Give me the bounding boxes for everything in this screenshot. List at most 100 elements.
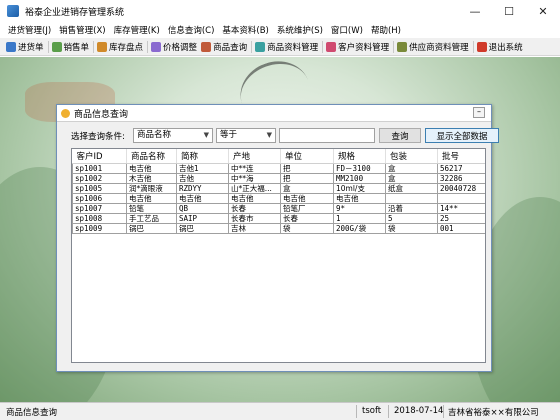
table-row[interactable]: sp1009 锅巴 锅巴 吉林 袋 200G/袋 袋 001 bbox=[72, 222, 485, 234]
table-cell: 电吉他 bbox=[176, 192, 229, 204]
table-header-row: 客户ID 商品名称 简称 产地 单位 规格 包装 批号 bbox=[72, 149, 485, 164]
column-header[interactable]: 批号 bbox=[437, 149, 485, 164]
table-cell: 盒 bbox=[280, 182, 334, 194]
table-cell: sp1001 bbox=[72, 162, 127, 174]
table-cell: FD－3100 bbox=[333, 162, 386, 174]
table-cell: RZDYY bbox=[176, 182, 229, 194]
table-cell: 中**连 bbox=[228, 162, 281, 174]
toolbar-goods-management[interactable]: 商品资料管理 bbox=[255, 41, 318, 53]
table-cell: 1 bbox=[333, 212, 386, 224]
status-company: 吉林省裕泰××有限公司 bbox=[448, 408, 539, 418]
table-cell: 铅笔厂 bbox=[280, 202, 334, 214]
table-cell: 长春市 bbox=[228, 212, 281, 224]
column-header[interactable]: 产地 bbox=[228, 149, 281, 164]
table-row[interactable]: sp1007 铅笔 QB 长春 铅笔厂 9* 沿着 14** bbox=[72, 202, 485, 214]
toolbar-price-adjust[interactable]: 价格调整 bbox=[151, 41, 197, 53]
toolbar-goods-query[interactable]: 商品查询 bbox=[201, 41, 247, 53]
toolbar-label: 进货单 bbox=[18, 42, 44, 53]
table-cell: 吉他 bbox=[176, 172, 229, 184]
table-cell: 电吉他 bbox=[333, 192, 386, 204]
menu-query[interactable]: 信息查询(C) bbox=[164, 24, 219, 36]
table-cell: 盒 bbox=[385, 162, 438, 174]
table-cell: 纸盒 bbox=[385, 182, 438, 194]
table-cell: SAIP bbox=[176, 212, 229, 224]
price-icon bbox=[151, 41, 162, 52]
table-cell: 把 bbox=[280, 172, 334, 184]
query-value-input[interactable] bbox=[279, 128, 375, 143]
table-cell bbox=[437, 192, 485, 204]
title-bar: 裕泰企业进销存管理系统 — ☐ ✕ bbox=[0, 0, 560, 22]
table-cell: sp1002 bbox=[72, 172, 127, 184]
dialog-title: 商品信息查询 bbox=[74, 109, 129, 120]
table-cell: 吉林 bbox=[228, 222, 281, 234]
search-row: 选择查询条件: 商品名称 ▼ 等于 ▼ 查询 显示全部数据 bbox=[71, 128, 499, 144]
table-row[interactable]: sp1008 手工艺品 SAIP 长春市 长春 1 5 25 bbox=[72, 212, 485, 224]
column-header[interactable]: 商品名称 bbox=[126, 149, 177, 164]
toolbar: 进货单 销售单 库存盘点 价格调整 商品查询 商品资料管理 客户资料管理 供应商… bbox=[0, 38, 560, 56]
supplier-icon bbox=[397, 41, 408, 52]
query-button[interactable]: 查询 bbox=[379, 128, 421, 143]
toolbar-exit[interactable]: 退出系统 bbox=[476, 41, 523, 53]
menu-help[interactable]: 帮助(H) bbox=[367, 24, 405, 36]
status-date: 2018-07-14 bbox=[394, 406, 444, 416]
chevron-down-icon: ▼ bbox=[266, 131, 272, 139]
operator-select-value: 等于 bbox=[220, 130, 238, 140]
table-row[interactable]: sp1001 电吉他 吉他1 中**连 把 FD－3100 盒 56217 bbox=[72, 162, 485, 174]
menu-sales[interactable]: 销售管理(X) bbox=[55, 24, 109, 36]
status-divider bbox=[443, 405, 444, 418]
document-icon bbox=[6, 41, 16, 52]
menu-basic-data[interactable]: 基本资料(B) bbox=[218, 24, 272, 36]
table-cell: 电吉他 bbox=[228, 192, 281, 204]
table-cell: 200G/袋 bbox=[333, 222, 386, 234]
column-header[interactable]: 客户ID bbox=[72, 149, 127, 164]
table-cell: 电吉他 bbox=[126, 162, 177, 174]
sheet-icon bbox=[51, 41, 62, 52]
table-cell: 长春 bbox=[228, 202, 281, 214]
toolbar-customer-management[interactable]: 客户资料管理 bbox=[326, 41, 389, 53]
column-header[interactable]: 简称 bbox=[176, 149, 229, 164]
table-row[interactable]: sp1005 润*滴眼液 RZDYY 山*正大福... 盒 10ml/支 纸盒 … bbox=[72, 182, 485, 194]
close-button[interactable]: ✕ bbox=[526, 0, 560, 22]
field-select[interactable]: 商品名称 ▼ bbox=[133, 128, 213, 143]
toolbar-stocktake[interactable]: 库存盘点 bbox=[97, 41, 143, 53]
toolbar-label: 商品查询 bbox=[213, 42, 248, 53]
toolbar-separator bbox=[472, 40, 474, 53]
table-cell: 20040728 bbox=[437, 182, 485, 194]
column-header[interactable]: 包装 bbox=[385, 149, 438, 164]
toolbar-purchase-order[interactable]: 进货单 bbox=[6, 41, 44, 53]
menu-purchase[interactable]: 进货管理(J) bbox=[4, 24, 55, 36]
menu-inventory[interactable]: 库存管理(K) bbox=[110, 24, 164, 36]
menu-system[interactable]: 系统维护(S) bbox=[273, 24, 327, 36]
status-user: tsoft bbox=[362, 406, 382, 416]
toolbar-label: 库存盘点 bbox=[109, 42, 144, 53]
window-title: 裕泰企业进销存管理系统 bbox=[25, 7, 125, 18]
minimize-button[interactable]: — bbox=[458, 0, 492, 22]
status-divider bbox=[388, 405, 389, 418]
show-all-button[interactable]: 显示全部数据 bbox=[425, 128, 499, 143]
column-header[interactable]: 规格 bbox=[333, 149, 386, 164]
status-divider bbox=[356, 405, 357, 418]
table-cell: 袋 bbox=[385, 222, 438, 234]
operator-select[interactable]: 等于 ▼ bbox=[216, 128, 276, 143]
toolbar-separator bbox=[47, 40, 49, 53]
results-grid[interactable]: 客户ID 商品名称 简称 产地 单位 规格 包装 批号 sp1001 电吉他 吉… bbox=[71, 148, 486, 363]
dialog-title-bar: 商品信息查询 – bbox=[57, 105, 491, 122]
menu-window[interactable]: 窗口(W) bbox=[327, 24, 367, 36]
table-row[interactable]: sp1006 电吉他 电吉他 电吉他 电吉他 电吉他 bbox=[72, 192, 485, 204]
toolbar-separator bbox=[251, 40, 253, 53]
toolbar-separator bbox=[393, 40, 395, 53]
chevron-down-icon: ▼ bbox=[203, 131, 209, 139]
maximize-button[interactable]: ☐ bbox=[492, 0, 526, 22]
column-header[interactable]: 单位 bbox=[280, 149, 334, 164]
person-icon bbox=[61, 108, 70, 118]
table-row[interactable]: sp1002 木吉他 吉他 中**海 把 MM2100 盒 32286 bbox=[72, 172, 485, 184]
toolbar-sales-order[interactable]: 销售单 bbox=[51, 41, 89, 53]
table-cell: 9* bbox=[333, 202, 386, 214]
table-cell: sp1009 bbox=[72, 222, 127, 234]
toolbar-supplier-management[interactable]: 供应商资料管理 bbox=[397, 41, 469, 53]
dialog-minimize-button[interactable]: – bbox=[473, 107, 485, 118]
table-cell: 沿着 bbox=[385, 202, 438, 214]
table-cell: 25 bbox=[437, 212, 485, 224]
results-table: 客户ID 商品名称 简称 产地 单位 规格 包装 批号 sp1001 电吉他 吉… bbox=[72, 149, 485, 234]
table-cell: 手工艺品 bbox=[126, 212, 177, 224]
